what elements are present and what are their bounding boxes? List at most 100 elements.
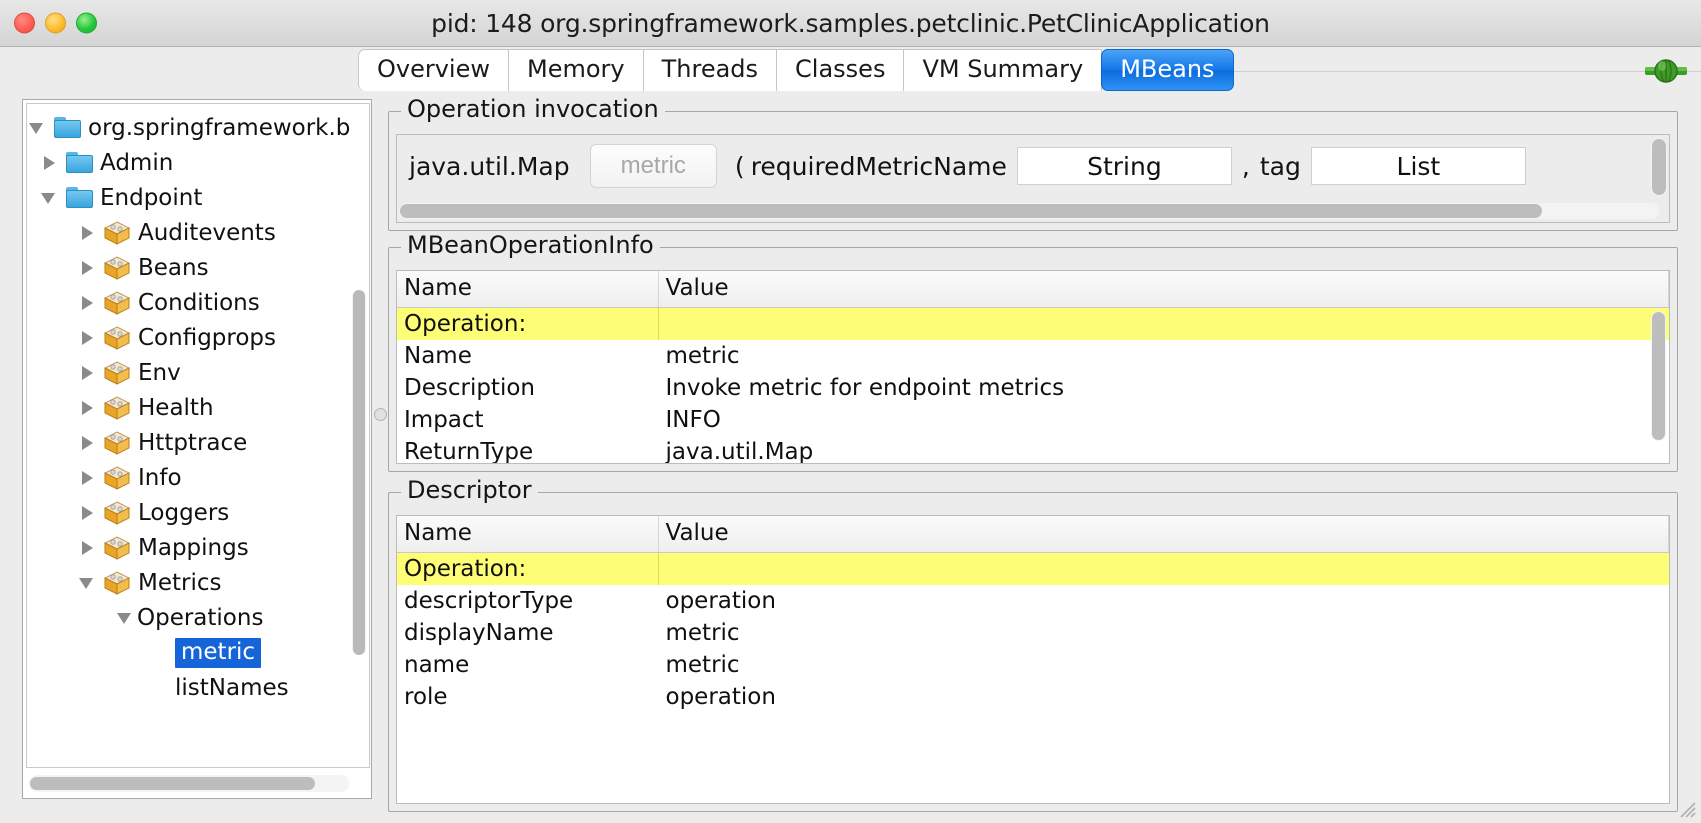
tree-node-endpoint[interactable]: Endpoint — [27, 180, 369, 215]
chevron-right-icon[interactable] — [77, 327, 99, 349]
table-row[interactable]: ImpactINFO — [397, 404, 1669, 436]
chevron-right-icon[interactable] — [77, 432, 99, 454]
cell-value: Invoke metric for endpoint metrics — [658, 372, 1669, 404]
tab-overview[interactable]: Overview — [358, 49, 508, 91]
tree-spacer — [153, 642, 175, 664]
param-0-label: requiredMetricName — [751, 152, 1007, 181]
table-row[interactable]: Operation: — [397, 553, 1669, 586]
mbeans-content: org.springframework.b Admin EndpointAudite… — [0, 92, 1701, 822]
tab-memory[interactable]: Memory — [508, 49, 643, 91]
tree-node-conditions[interactable]: Conditions — [27, 285, 369, 320]
tab-mbeans[interactable]: MBeans — [1101, 49, 1233, 91]
chevron-right-icon[interactable] — [39, 152, 61, 174]
tree-node-info[interactable]: Info — [27, 460, 369, 495]
column-header-value[interactable]: Value — [658, 516, 1669, 553]
mbean-tree-scroll-view[interactable]: org.springframework.b Admin EndpointAudite… — [26, 103, 370, 768]
tree-node-operations[interactable]: Operations — [27, 600, 369, 635]
tree-node-auditevents[interactable]: Auditevents — [27, 215, 369, 250]
tree-node-label: listNames — [175, 675, 289, 701]
invocation-horizontal-scrollbar-thumb[interactable] — [400, 204, 1542, 218]
table-row[interactable]: displayNamemetric — [397, 617, 1669, 649]
tree-node-admin[interactable]: Admin — [27, 145, 369, 180]
tree-node-label: Mappings — [138, 535, 249, 561]
mbean-icon — [104, 501, 130, 525]
open-paren: ( — [735, 152, 745, 181]
tree-horizontal-scrollbar-thumb[interactable] — [30, 777, 315, 790]
chevron-right-icon[interactable] — [77, 467, 99, 489]
chevron-right-icon[interactable] — [77, 292, 99, 314]
chevron-down-icon[interactable] — [115, 607, 137, 629]
chevron-right-icon[interactable] — [77, 257, 99, 279]
tree-node-health[interactable]: Health — [27, 390, 369, 425]
cell-value: metric — [658, 617, 1669, 649]
invocation-horizontal-scrollbar[interactable] — [399, 203, 1659, 219]
chevron-right-icon[interactable] — [77, 397, 99, 419]
mbean-tree-panel: org.springframework.b Admin EndpointAudite… — [22, 99, 372, 799]
tree-node-label: Admin — [100, 150, 173, 176]
chevron-down-icon[interactable] — [27, 117, 49, 139]
invoke-operation-button[interactable]: metric — [590, 144, 717, 188]
minimize-button[interactable] — [45, 13, 66, 34]
tree-node-httptrace[interactable]: Httptrace — [27, 425, 369, 460]
cell-value — [658, 308, 1669, 341]
table-row[interactable]: DescriptionInvoke metric for endpoint me… — [397, 372, 1669, 404]
tree-node-loggers[interactable]: Loggers — [27, 495, 369, 530]
zoom-button[interactable] — [76, 13, 97, 34]
tab-classes[interactable]: Classes — [776, 49, 903, 91]
tree-node-env[interactable]: Env — [27, 355, 369, 390]
tree-node-metric[interactable]: metric — [27, 635, 369, 670]
param-1-label: tag — [1260, 152, 1301, 181]
tree-vertical-scrollbar-thumb[interactable] — [353, 290, 365, 655]
chevron-right-icon[interactable] — [77, 537, 99, 559]
column-header-name[interactable]: Name — [397, 516, 658, 553]
invocation-vertical-scrollbar-thumb[interactable] — [1652, 139, 1666, 195]
tab-threads[interactable]: Threads — [643, 49, 776, 91]
table-row[interactable]: Operation: — [397, 308, 1669, 341]
operation-invocation-group: Operation invocation java.util.Map metri… — [388, 111, 1678, 231]
tree-node-configprops[interactable]: Configprops — [27, 320, 369, 355]
cell-name: Operation: — [397, 308, 658, 341]
tree-node-metrics[interactable]: Metrics — [27, 565, 369, 600]
window-resize-grip[interactable] — [1675, 797, 1697, 819]
cell-name: role — [397, 681, 658, 713]
tree-horizontal-scrollbar[interactable] — [29, 775, 349, 792]
tab-overview-label: Overview — [377, 57, 490, 81]
title-bar: pid: 148 org.springframework.samples.pet… — [0, 0, 1701, 47]
tree-node-mappings[interactable]: Mappings — [27, 530, 369, 565]
operation-info-vertical-scrollbar[interactable] — [1651, 311, 1666, 441]
tab-vm-summary[interactable]: VM Summary — [903, 49, 1102, 91]
chevron-right-icon[interactable] — [77, 222, 99, 244]
panel-splitter-handle[interactable] — [374, 408, 387, 421]
close-button[interactable] — [14, 13, 35, 34]
tab-list: Overview Memory Threads Classes VM Summa… — [358, 49, 1234, 91]
column-header-value[interactable]: Value — [658, 271, 1669, 308]
tree-node-label: Operations — [137, 605, 263, 631]
table-row[interactable]: ReturnTypejava.util.Map — [397, 436, 1669, 464]
tree-vertical-scrollbar[interactable] — [352, 290, 366, 655]
operation-invocation-row: java.util.Map metric ( requiredMetricNam… — [397, 135, 1669, 197]
tab-bar: Overview Memory Threads Classes VM Summa… — [0, 47, 1701, 93]
table-row[interactable]: Namemetric — [397, 340, 1669, 372]
tree-node-listnames[interactable]: listNames — [27, 670, 369, 705]
table-row[interactable]: descriptorTypeoperation — [397, 585, 1669, 617]
param-0-input[interactable]: String — [1017, 147, 1232, 185]
mbean-detail-panel: Operation invocation java.util.Map metri… — [388, 99, 1678, 822]
tree-node-beans[interactable]: Beans — [27, 250, 369, 285]
table-header-row: Name Value — [397, 271, 1669, 308]
operation-info-vertical-scrollbar-thumb[interactable] — [1652, 312, 1665, 440]
param-1-input[interactable]: List — [1311, 147, 1526, 185]
folder-icon — [54, 117, 81, 138]
connection-status-icon[interactable] — [1643, 56, 1689, 86]
mbean-icon — [104, 221, 130, 245]
chevron-right-icon[interactable] — [77, 502, 99, 524]
tree-node-org-springframework-b[interactable]: org.springframework.b — [27, 110, 369, 145]
chevron-right-icon[interactable] — [77, 362, 99, 384]
chevron-down-icon[interactable] — [77, 572, 99, 594]
folder-icon — [66, 152, 93, 173]
table-row[interactable]: namemetric — [397, 649, 1669, 681]
chevron-down-icon[interactable] — [39, 187, 61, 209]
column-header-name[interactable]: Name — [397, 271, 658, 308]
mbean-icon — [104, 396, 130, 420]
table-row[interactable]: roleoperation — [397, 681, 1669, 713]
invocation-vertical-scrollbar[interactable] — [1651, 138, 1667, 196]
